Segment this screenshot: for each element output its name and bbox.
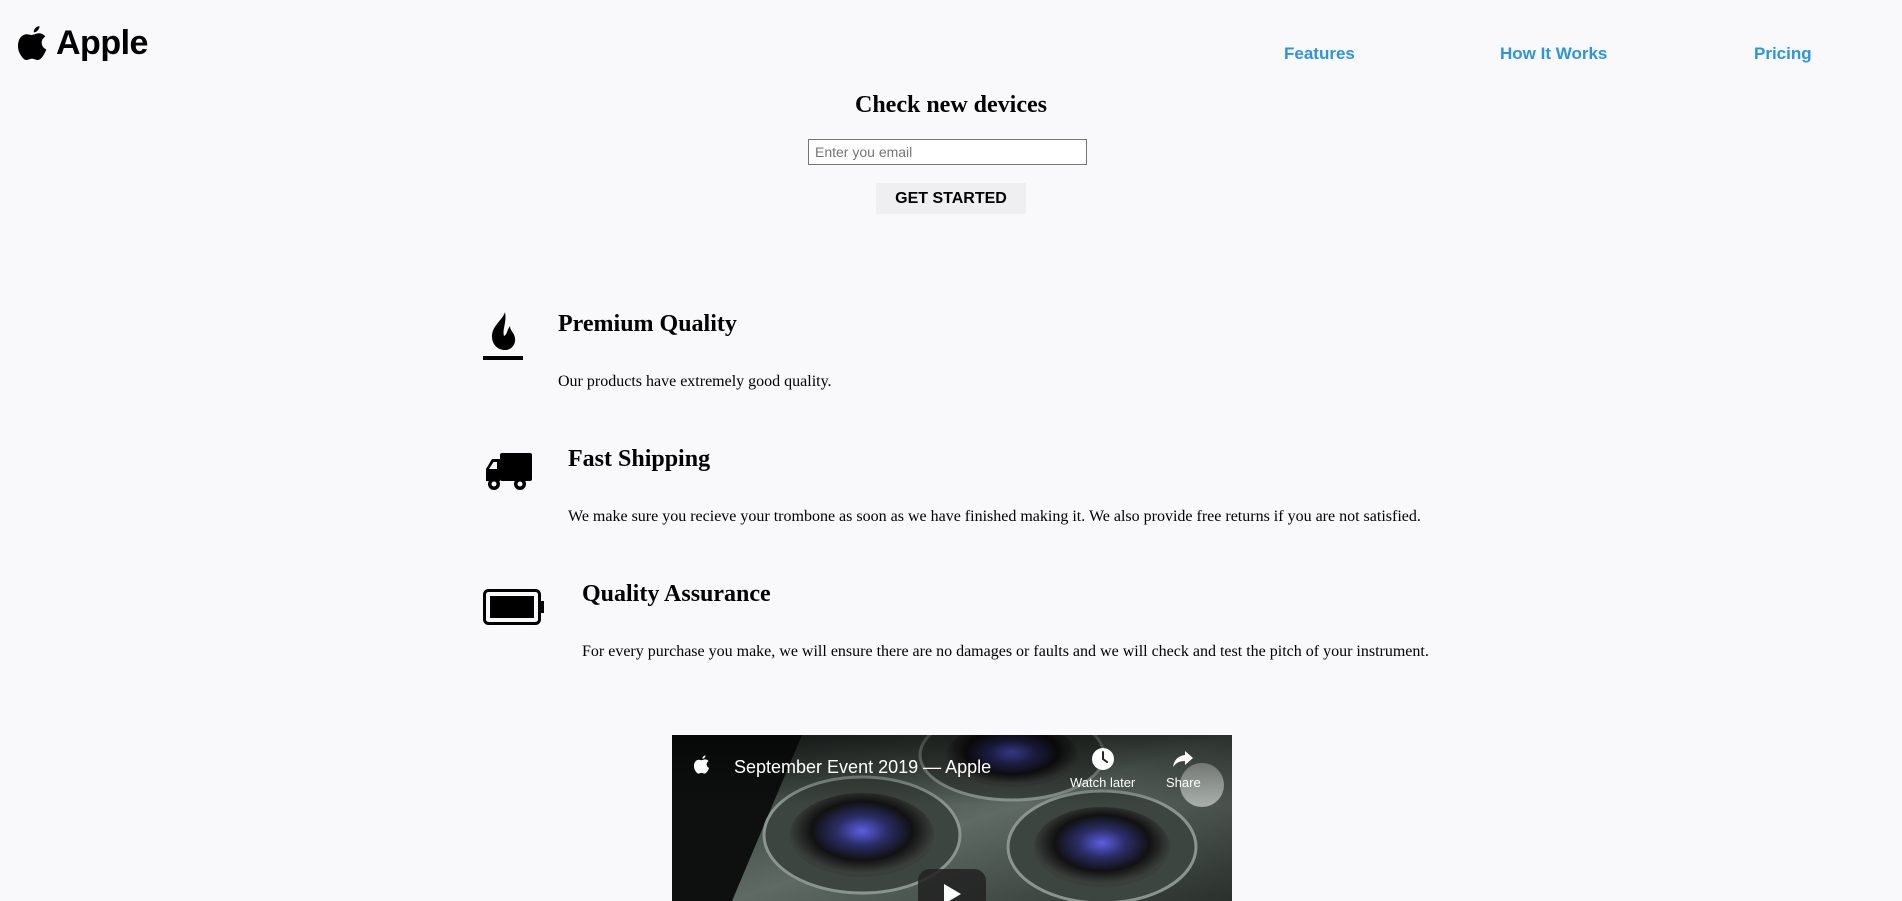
share-button[interactable]: Share xyxy=(1166,747,1201,790)
fire-icon xyxy=(483,312,523,360)
apple-logo-icon xyxy=(18,26,47,60)
watch-later-button[interactable]: Watch later xyxy=(1070,747,1135,790)
feature-title-fast-shipping: Fast Shipping xyxy=(568,446,711,472)
get-started-button[interactable]: GET STARTED xyxy=(876,183,1026,214)
email-input[interactable] xyxy=(808,139,1087,165)
share-arrow-icon xyxy=(1173,751,1194,767)
feature-title-premium-quality: Premium Quality xyxy=(558,311,737,337)
video-embed[interactable]: September Event 2019 — Apple Watch later… xyxy=(672,735,1232,901)
feature-description-premium-quality: Our products have extremely good quality… xyxy=(558,373,832,390)
play-button[interactable] xyxy=(918,869,986,901)
video-title[interactable]: September Event 2019 — Apple xyxy=(734,757,991,778)
logo-text: Apple xyxy=(56,24,148,62)
nav-link-pricing[interactable]: Pricing xyxy=(1754,44,1812,64)
clock-icon xyxy=(1091,748,1114,770)
channel-apple-icon[interactable] xyxy=(694,755,710,774)
nav-link-features[interactable]: Features xyxy=(1284,44,1355,64)
feature-title-quality-assurance: Quality Assurance xyxy=(582,581,771,607)
battery-full-icon xyxy=(483,589,544,625)
play-icon xyxy=(944,884,961,901)
brand-logo[interactable]: Apple xyxy=(18,26,148,60)
feature-description-fast-shipping: We make sure you recieve your trombone a… xyxy=(568,508,1421,525)
feature-description-quality-assurance: For every purchase you make, we will ens… xyxy=(582,643,1429,660)
watch-later-label: Watch later xyxy=(1070,775,1136,790)
share-label: Share xyxy=(1166,775,1201,790)
nav-link-how-it-works[interactable]: How It Works xyxy=(1500,44,1607,64)
truck-icon xyxy=(486,453,532,490)
hero-title: Check new devices xyxy=(855,92,1047,118)
